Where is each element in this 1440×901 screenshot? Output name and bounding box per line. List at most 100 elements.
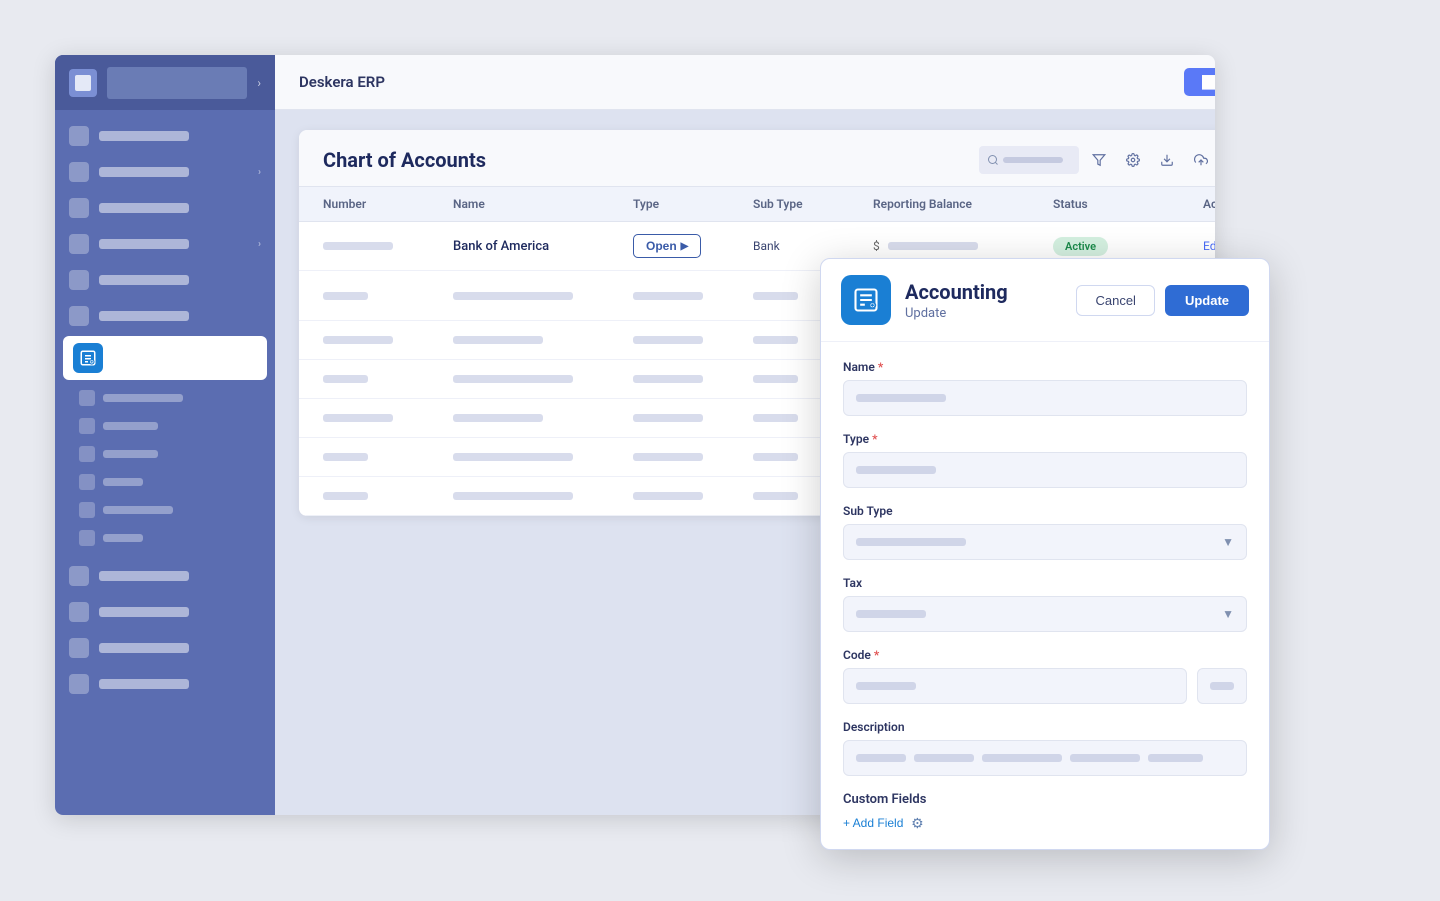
filter-icon[interactable] (1085, 146, 1113, 174)
sidebar: › › › (55, 55, 275, 815)
cancel-button[interactable]: Cancel (1076, 285, 1154, 316)
cell-number (323, 336, 453, 344)
settings-icon[interactable] (1119, 146, 1147, 174)
coa-search[interactable] (979, 146, 1079, 174)
sidebar-sub-item-6[interactable] (55, 524, 275, 552)
col-type: Type (633, 197, 753, 211)
code-input-2[interactable] (1197, 668, 1247, 704)
sidebar-item-inventory[interactable] (55, 262, 275, 298)
cell-type (633, 375, 753, 383)
extra-icon (69, 602, 89, 622)
tax-select[interactable]: ▼ (843, 596, 1247, 632)
cell-name (453, 453, 633, 461)
coa-header: Chart of Accounts (299, 130, 1215, 187)
sidebar-item-dashboard[interactable] (55, 118, 275, 154)
sidebar-item-accounting[interactable]: Accounting (63, 336, 267, 380)
update-button[interactable]: Update (1165, 285, 1249, 316)
header-action-button[interactable]: ██████ (1184, 68, 1215, 96)
name-input[interactable] (843, 380, 1247, 416)
download-icon[interactable] (1153, 146, 1181, 174)
sub-label (103, 506, 173, 514)
accounting-icon (73, 343, 103, 373)
sidebar-sub-item-5[interactable] (55, 496, 275, 524)
update-panel-header: Accounting Update Cancel Update (821, 259, 1269, 342)
chevron-right-icon: › (258, 239, 261, 250)
required-indicator: * (872, 432, 877, 446)
sub-label (103, 422, 158, 430)
sidebar-item-extra2[interactable] (55, 594, 275, 630)
status-badge: Active (1053, 237, 1108, 256)
code-input-group (843, 668, 1247, 704)
sidebar-header: › (55, 55, 275, 110)
sidebar-sub-item-2[interactable] (55, 412, 275, 440)
code-input-1[interactable] (843, 668, 1187, 704)
cell-name (453, 492, 633, 500)
sidebar-item-invoices[interactable]: › (55, 154, 275, 190)
tax-field: Tax ▼ (843, 576, 1247, 632)
arrow-icon: ▶ (681, 241, 689, 252)
description-input[interactable] (843, 740, 1247, 776)
sidebar-item-label (99, 203, 189, 213)
sub-label (103, 394, 183, 402)
sidebar-item-tasks[interactable]: › (55, 226, 275, 262)
box-icon (69, 270, 89, 290)
custom-fields-section: Custom Fields + Add Field ⚙ (843, 792, 1247, 831)
upload-icon[interactable] (1187, 146, 1215, 174)
app-title: Deskera ERP (299, 73, 385, 91)
code-field: Code * (843, 648, 1247, 704)
extra-icon (69, 674, 89, 694)
sub-label (103, 450, 158, 458)
app-logo[interactable] (69, 69, 97, 97)
description-label: Description (843, 720, 1247, 734)
subtype-select[interactable]: ▼ (843, 524, 1247, 560)
main-header: Deskera ERP ██████ (275, 55, 1215, 110)
cell-name: Bank of America (453, 239, 633, 254)
col-number: Number (323, 197, 453, 211)
sidebar-item-label (99, 607, 189, 617)
sidebar-item-reports[interactable] (55, 298, 275, 334)
sidebar-sub-item-1[interactable] (55, 384, 275, 412)
type-field: Type * (843, 432, 1247, 488)
cell-type (633, 453, 753, 461)
sidebar-sub-item-4[interactable] (55, 468, 275, 496)
chevron-right-icon: › (258, 167, 261, 178)
sidebar-item-extra4[interactable] (55, 666, 275, 702)
cell-number (323, 242, 453, 250)
invoice-icon (69, 162, 89, 182)
cell-type (633, 414, 753, 422)
update-panel-title: Accounting (905, 280, 1062, 304)
sidebar-nav: › › (55, 110, 275, 815)
contact-icon (69, 198, 89, 218)
open-account-button[interactable]: Open ▶ (633, 234, 701, 258)
sidebar-accounting-label: Accounting (113, 351, 203, 366)
cell-number (323, 414, 453, 422)
cell-name (453, 414, 633, 422)
cell-type (633, 492, 753, 500)
coa-title: Chart of Accounts (323, 148, 486, 172)
add-field-button[interactable]: + Add Field ⚙ (843, 815, 925, 831)
cell-reporting: $ (873, 239, 1053, 253)
cell-number (323, 492, 453, 500)
check-icon (69, 234, 89, 254)
cell-type (633, 336, 753, 344)
update-panel-title-section: Accounting Update (905, 280, 1062, 321)
search-bar (1003, 157, 1063, 163)
sidebar-title-bar (107, 67, 247, 99)
sidebar-item-label (99, 239, 189, 249)
sidebar-item-extra3[interactable] (55, 630, 275, 666)
sidebar-item-contacts[interactable] (55, 190, 275, 226)
type-input[interactable] (843, 452, 1247, 488)
code-label: Code * (843, 648, 1247, 662)
sub-label (103, 534, 143, 542)
name-field: Name * (843, 360, 1247, 416)
sidebar-item-label (99, 131, 189, 141)
sidebar-item-extra1[interactable] (55, 558, 275, 594)
sidebar-sub-item-3[interactable] (55, 440, 275, 468)
sub-icon (79, 418, 95, 434)
sidebar-item-label (99, 571, 189, 581)
sidebar-item-label (99, 679, 189, 689)
cell-type: Open ▶ (633, 234, 753, 258)
sub-icon (79, 446, 95, 462)
col-status: Status (1053, 197, 1203, 211)
cell-number (323, 453, 453, 461)
